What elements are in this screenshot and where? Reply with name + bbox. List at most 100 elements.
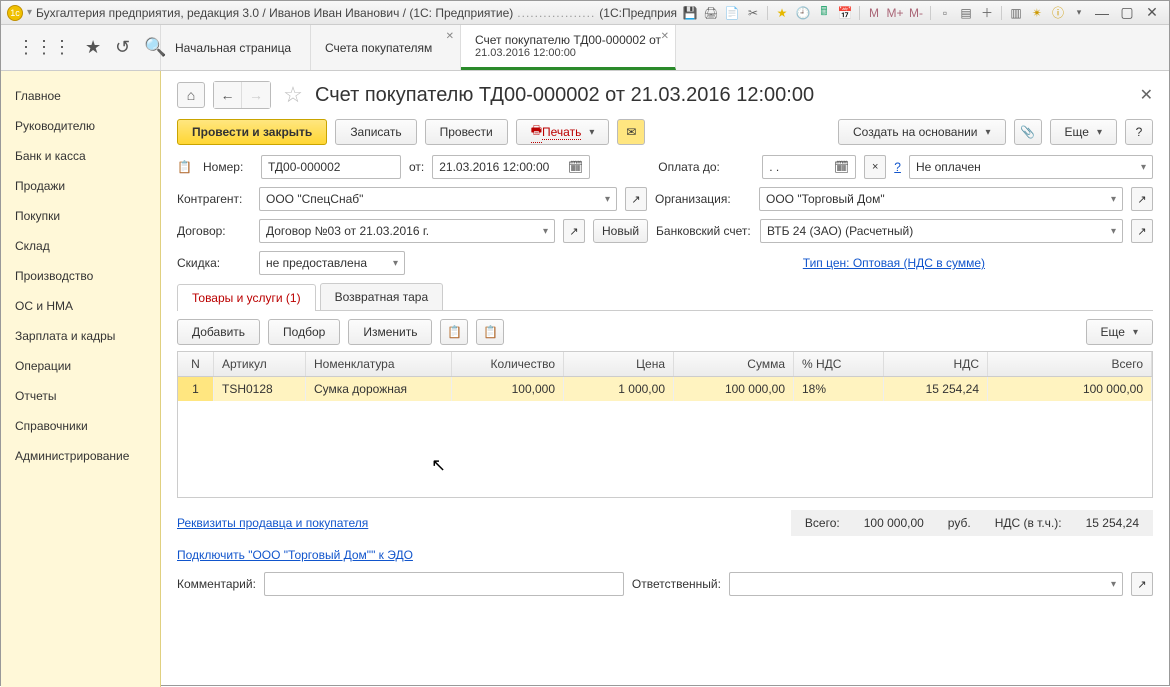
sidebar-item-manager[interactable]: Руководителю [1,111,160,141]
edit-button[interactable]: Изменить [348,319,432,345]
close-icon[interactable]: ✕ [446,31,454,42]
sidebar-item-production[interactable]: Производство [1,261,160,291]
save-button[interactable]: Записать [335,119,416,145]
col-price[interactable]: Цена [564,352,674,376]
close-icon[interactable]: ✕ [661,31,669,42]
sidebar-item-purchases[interactable]: Покупки [1,201,160,231]
minimize-button[interactable]: — [1091,5,1113,21]
price-type-link[interactable]: Тип цен: Оптовая (НДС в сумме) [803,256,985,270]
apps-icon[interactable]: ⋮⋮⋮ [17,37,71,58]
print-icon[interactable]: 🖨 [702,5,720,21]
restore-button[interactable]: ▢ [1116,5,1138,21]
post-button[interactable]: Провести [425,119,508,145]
doc-icon[interactable]: 📄 [723,5,741,21]
drop-icon[interactable]: ▾ [1070,5,1088,21]
history-icon[interactable]: 🕘 [794,5,812,21]
sidebar-item-catalogs[interactable]: Справочники [1,411,160,441]
pay-until-help-link[interactable]: ? [894,160,901,174]
sidebar-item-admin[interactable]: Администрирование [1,441,160,471]
bank-account-open-button[interactable]: ↗ [1131,219,1153,243]
print-button[interactable]: 🖶 Печать [516,119,610,145]
seller-details-link[interactable]: Реквизиты продавца и покупателя [177,516,368,530]
discount-field[interactable]: не предоставлена [259,251,405,275]
email-button[interactable]: ✉ [617,119,645,145]
calendar-icon[interactable]: 📅 [836,5,854,21]
home-button[interactable]: ⌂ [177,82,205,108]
sidebar-item-payroll[interactable]: Зарплата и кадры [1,321,160,351]
calc-icon[interactable]: 🖩 [815,5,833,21]
col-article[interactable]: Артикул [214,352,306,376]
organization-field[interactable]: ООО "Торговый Дом" [759,187,1123,211]
counterparty-field[interactable]: ООО "СпецСнаб" [259,187,617,211]
create-based-button[interactable]: Создать на основании [838,119,1006,145]
copy-button[interactable]: 📋 [440,319,468,345]
dropdown-icon[interactable]: ▾ [27,7,32,18]
table-body[interactable]: 1 TSH0128 Сумка дорожная 100,000 1 000,0… [178,377,1152,497]
date-field[interactable]: 21.03.2016 12:00:00🗓 [432,155,590,179]
table-row[interactable]: 1 TSH0128 Сумка дорожная 100,000 1 000,0… [178,377,1152,401]
save-icon[interactable]: 💾 [681,5,699,21]
tab-start-page[interactable]: Начальная страница [161,25,311,70]
number-field[interactable]: ТД00-000002 [261,155,401,179]
back-button[interactable]: ← [214,82,242,108]
paste-button[interactable]: 📋 [476,319,504,345]
mem-m[interactable]: M [865,5,883,21]
col-quantity[interactable]: Количество [452,352,564,376]
history-nav-icon[interactable]: ↺ [115,37,130,58]
sidebar-item-operations[interactable]: Операции [1,351,160,381]
edo-link[interactable]: Подключить "ООО "Торговый Дом"" к ЭДО [177,548,413,562]
tab-tare[interactable]: Возвратная тара [320,283,444,310]
close-button[interactable]: ✕ [1141,5,1163,21]
mem-mplus[interactable]: M+ [886,5,904,21]
tab-invoice-current[interactable]: Счет покупателю ТД00-000002 от 21.03.201… [461,25,676,70]
cell-article: TSH0128 [214,377,306,401]
organization-open-button[interactable]: ↗ [1131,187,1153,211]
comment-field[interactable] [264,572,624,596]
table-more-button[interactable]: Еще [1086,319,1153,345]
chart-icon[interactable]: ▥ [1007,5,1025,21]
contract-open-button[interactable]: ↗ [563,219,585,243]
counterparty-open-button[interactable]: ↗ [625,187,647,211]
col-sum[interactable]: Сумма [674,352,794,376]
info-icon[interactable]: ⓘ [1049,5,1067,21]
plus-icon[interactable]: ＋ [978,5,996,21]
col-nomenclature[interactable]: Номенклатура [306,352,452,376]
tab-goods[interactable]: Товары и услуги (1) [177,284,316,311]
pick-button[interactable]: Подбор [268,319,340,345]
more-button[interactable]: Еще [1050,119,1117,145]
sidebar-item-reports[interactable]: Отчеты [1,381,160,411]
counterparty-label: Контрагент: [177,192,251,206]
attach-button[interactable]: 📎 [1014,119,1042,145]
page-icon[interactable]: ▫ [936,5,954,21]
add-button[interactable]: Добавить [177,319,260,345]
col-vat-percent[interactable]: % НДС [794,352,884,376]
sidebar-item-sales[interactable]: Продажи [1,171,160,201]
favorites-icon[interactable]: ★ [85,37,101,58]
sidebar-item-bank[interactable]: Банк и касса [1,141,160,171]
pay-until-field[interactable]: . . 🗓 [762,155,856,179]
new-contract-button[interactable]: Новый [593,219,648,243]
col-n[interactable]: N [178,352,214,376]
pay-status-field[interactable]: Не оплачен [909,155,1153,179]
sidebar-item-fixed-assets[interactable]: ОС и НМА [1,291,160,321]
col-total[interactable]: Всего [988,352,1152,376]
sidebar-item-warehouse[interactable]: Склад [1,231,160,261]
mem-mminus[interactable]: M- [907,5,925,21]
clear-date-button[interactable]: × [864,155,886,179]
contract-field[interactable]: Договор №03 от 21.03.2016 г. [259,219,555,243]
tab-invoices[interactable]: Счета покупателям ✕ [311,25,461,70]
favorite-star-icon[interactable]: ☆ [279,82,307,108]
post-and-close-button[interactable]: Провести и закрыть [177,119,327,145]
help-button[interactable]: ? [1125,119,1153,145]
sidebar-item-main[interactable]: Главное [1,81,160,111]
tool-icon[interactable]: ✴ [1028,5,1046,21]
col-vat[interactable]: НДС [884,352,988,376]
bank-account-field[interactable]: ВТБ 24 (ЗАО) (Расчетный) [760,219,1123,243]
forward-button[interactable]: → [242,82,270,108]
star-icon[interactable]: ★ [773,5,791,21]
cut-icon[interactable]: ✂ [744,5,762,21]
document-close-button[interactable]: ✕ [1140,85,1153,105]
responsible-field[interactable] [729,572,1123,596]
responsible-open-button[interactable]: ↗ [1131,572,1153,596]
panel-icon[interactable]: ▤ [957,5,975,21]
